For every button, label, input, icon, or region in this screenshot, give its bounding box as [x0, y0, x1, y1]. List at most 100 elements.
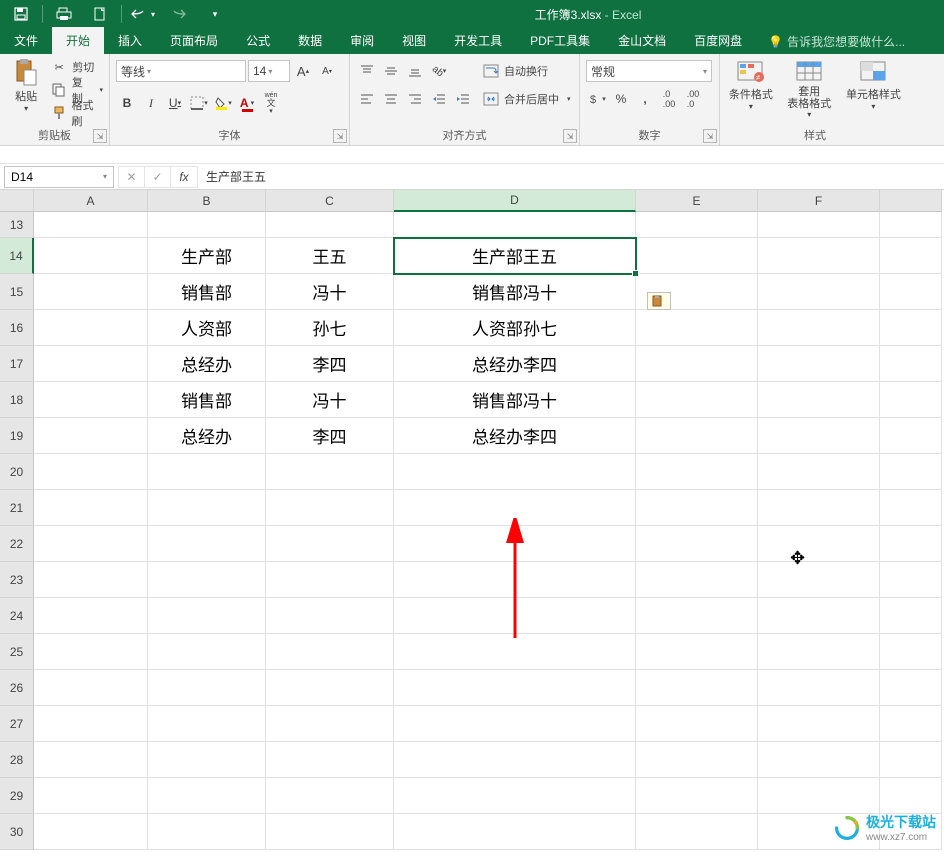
cell-G18[interactable]	[880, 382, 942, 418]
fx-button[interactable]: fx	[171, 167, 197, 187]
qat-new-button[interactable]	[83, 0, 117, 28]
cell-F17[interactable]	[758, 346, 880, 382]
qat-print-button[interactable]	[47, 0, 81, 28]
cell-E22[interactable]	[636, 526, 758, 562]
cell-C25[interactable]	[266, 634, 394, 670]
conditional-format-button[interactable]: ≠ 条件格式▾	[726, 58, 776, 111]
increase-indent-button[interactable]	[452, 88, 474, 110]
cell-D28[interactable]	[394, 742, 636, 778]
redo-button[interactable]	[162, 0, 196, 28]
tab-pdf[interactable]: PDF工具集	[516, 27, 604, 54]
cell-styles-button[interactable]: 单元格样式▾	[843, 58, 904, 111]
cell-G25[interactable]	[880, 634, 942, 670]
cell-A18[interactable]	[34, 382, 148, 418]
cell-D26[interactable]	[394, 670, 636, 706]
cell-G20[interactable]	[880, 454, 942, 490]
cell-C21[interactable]	[266, 490, 394, 526]
cell-C30[interactable]	[266, 814, 394, 850]
cell-G14[interactable]	[880, 238, 942, 274]
cell-B25[interactable]	[148, 634, 266, 670]
row-header-28[interactable]: 28	[0, 742, 34, 778]
cell-D22[interactable]	[394, 526, 636, 562]
tell-me-input[interactable]: 💡 告诉我您想要做什么...	[768, 33, 905, 54]
align-center-button[interactable]	[380, 88, 402, 110]
row-header-17[interactable]: 17	[0, 346, 34, 382]
cell-E16[interactable]	[636, 310, 758, 346]
fill-handle[interactable]	[632, 270, 639, 277]
cell-A21[interactable]	[34, 490, 148, 526]
row-header-30[interactable]: 30	[0, 814, 34, 850]
tab-formulas[interactable]: 公式	[232, 27, 284, 54]
cancel-formula-button[interactable]: ✕	[119, 167, 145, 187]
cell-C23[interactable]	[266, 562, 394, 598]
tab-jinshan[interactable]: 金山文档	[604, 27, 680, 54]
row-header-25[interactable]: 25	[0, 634, 34, 670]
col-header-G[interactable]	[880, 190, 942, 212]
undo-button[interactable]: ▾	[126, 0, 160, 28]
row-header-29[interactable]: 29	[0, 778, 34, 814]
underline-button[interactable]: U▾	[164, 92, 186, 114]
tab-pagelayout[interactable]: 页面布局	[156, 27, 232, 54]
cell-E18[interactable]	[636, 382, 758, 418]
cell-F28[interactable]	[758, 742, 880, 778]
cell-B21[interactable]	[148, 490, 266, 526]
cell-E24[interactable]	[636, 598, 758, 634]
phonetic-button[interactable]: wén文▾	[260, 92, 282, 114]
cell-G26[interactable]	[880, 670, 942, 706]
row-header-21[interactable]: 21	[0, 490, 34, 526]
cell-A17[interactable]	[34, 346, 148, 382]
cell-E23[interactable]	[636, 562, 758, 598]
cell-E17[interactable]	[636, 346, 758, 382]
row-header-18[interactable]: 18	[0, 382, 34, 418]
cell-D13[interactable]	[394, 212, 636, 238]
format-painter-button[interactable]: 格式刷	[50, 102, 103, 124]
row-header-26[interactable]: 26	[0, 670, 34, 706]
name-box[interactable]: D14 ▾	[4, 166, 114, 188]
clipboard-launcher[interactable]: ⇲	[93, 129, 107, 143]
cell-D25[interactable]	[394, 634, 636, 670]
decrease-decimal-button[interactable]: .00.0	[682, 88, 704, 110]
italic-button[interactable]: I	[140, 92, 162, 114]
row-header-15[interactable]: 15	[0, 274, 34, 310]
row-header-22[interactable]: 22	[0, 526, 34, 562]
tab-baidu[interactable]: 百度网盘	[680, 27, 756, 54]
cell-A30[interactable]	[34, 814, 148, 850]
cell-E29[interactable]	[636, 778, 758, 814]
cell-F20[interactable]	[758, 454, 880, 490]
cell-F16[interactable]	[758, 310, 880, 346]
cell-F15[interactable]	[758, 274, 880, 310]
row-header-16[interactable]: 16	[0, 310, 34, 346]
cell-A20[interactable]	[34, 454, 148, 490]
cell-C29[interactable]	[266, 778, 394, 814]
cell-F27[interactable]	[758, 706, 880, 742]
row-header-14[interactable]: 14	[0, 238, 34, 274]
cell-G16[interactable]	[880, 310, 942, 346]
cell-F23[interactable]	[758, 562, 880, 598]
col-header-A[interactable]: A	[34, 190, 148, 212]
cell-D21[interactable]	[394, 490, 636, 526]
row-header-23[interactable]: 23	[0, 562, 34, 598]
row-header-13[interactable]: 13	[0, 212, 34, 238]
cell-A26[interactable]	[34, 670, 148, 706]
cell-C15[interactable]: 冯十	[266, 274, 394, 310]
font-launcher[interactable]: ⇲	[333, 129, 347, 143]
qat-customize[interactable]: ▾	[198, 0, 232, 28]
accept-formula-button[interactable]: ✓	[145, 167, 171, 187]
cell-E20[interactable]	[636, 454, 758, 490]
col-header-D[interactable]: D	[394, 190, 636, 212]
align-bottom-button[interactable]	[404, 60, 426, 82]
cell-C20[interactable]	[266, 454, 394, 490]
cell-E21[interactable]	[636, 490, 758, 526]
cell-E14[interactable]	[636, 238, 758, 274]
row-header-24[interactable]: 24	[0, 598, 34, 634]
col-header-C[interactable]: C	[266, 190, 394, 212]
cell-F18[interactable]	[758, 382, 880, 418]
cell-B14[interactable]: 生产部	[148, 238, 266, 274]
cell-B23[interactable]	[148, 562, 266, 598]
cell-F26[interactable]	[758, 670, 880, 706]
row-header-20[interactable]: 20	[0, 454, 34, 490]
bold-button[interactable]: B	[116, 92, 138, 114]
cell-B29[interactable]	[148, 778, 266, 814]
cell-G24[interactable]	[880, 598, 942, 634]
cell-A16[interactable]	[34, 310, 148, 346]
